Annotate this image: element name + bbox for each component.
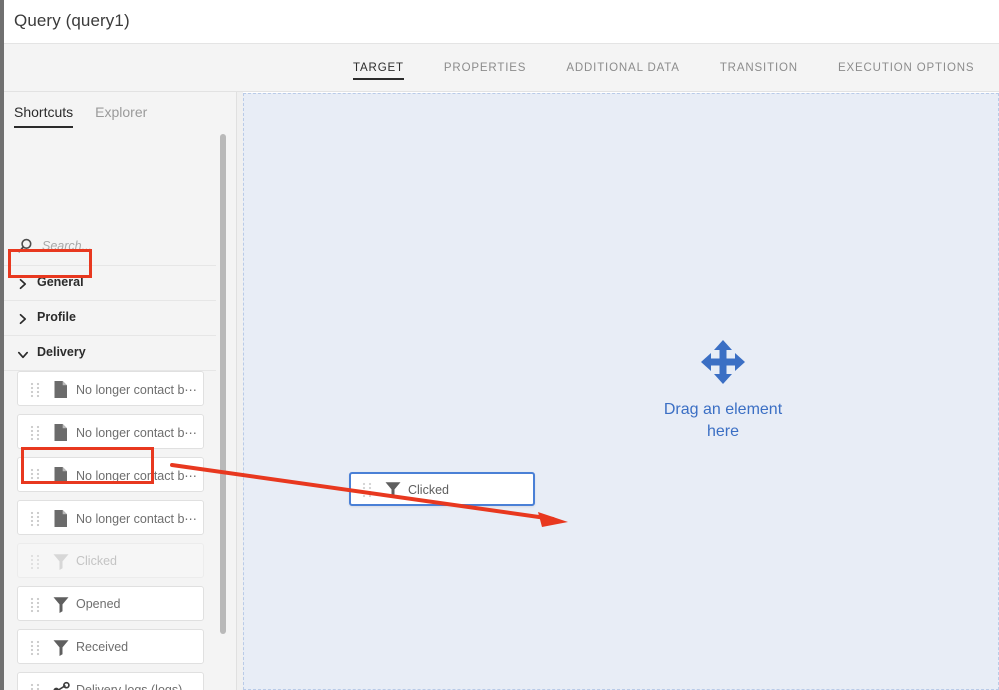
tab-additional-data[interactable]: ADDITIONAL DATA [566,44,680,74]
chevron-right-icon [17,277,29,295]
chevron-down-icon [17,348,29,366]
drag-handle-icon[interactable] [30,683,40,690]
sidebar: Shortcuts Explorer General Profile [4,92,236,690]
tab-execution-options[interactable]: EXECUTION OPTIONS [838,44,975,74]
list-item-clicked[interactable]: Clicked [17,543,204,578]
sidebar-tab-shortcuts[interactable]: Shortcuts [14,104,74,128]
sidebar-tab-list: Shortcuts Explorer [14,104,169,128]
search-row [4,230,216,266]
list-item[interactable]: Delivery logs (logs) [17,672,204,690]
filter-icon [52,638,70,662]
sidebar-category-label: Profile [37,310,76,324]
drag-handle-icon[interactable] [30,425,40,446]
list-item-label: Received [76,640,129,654]
list-item-label: No longer contact b⋯ [76,469,197,483]
filter-icon [52,552,70,576]
sidebar-category-label: Delivery [37,345,86,359]
sidebar-scrollbar-track[interactable] [216,92,236,690]
list-item-label: No longer contact b⋯ [76,512,197,526]
sidebar-category-delivery[interactable]: Delivery [4,336,216,371]
tab-properties[interactable]: PROPERTIES [444,44,526,74]
chevron-right-icon [17,312,29,330]
list-item-label: No longer contact b⋯ [76,383,197,397]
share-icon [52,681,71,690]
document-icon [52,423,70,447]
list-item-label: No longer contact b⋯ [76,426,197,440]
document-icon [52,509,70,533]
drag-handle-icon[interactable] [30,382,40,403]
list-item-label: Delivery logs (logs) [76,683,183,690]
list-item[interactable]: Opened [17,586,204,621]
dragged-card-clicked[interactable]: Clicked [349,472,535,506]
drag-handle-icon[interactable] [30,640,40,661]
sidebar-scrollbar-thumb[interactable] [220,134,226,634]
list-item[interactable]: No longer contact b⋯ [17,414,204,449]
sidebar-category-label: General [37,275,84,289]
filter-icon [384,480,402,504]
drag-handle-icon[interactable] [362,482,372,503]
list-item-label: Clicked [76,554,117,568]
search-input[interactable] [40,238,204,254]
list-item-label: Opened [76,597,121,611]
dropzone-hint: Drag an element here [663,339,783,443]
drag-handle-icon[interactable] [30,511,40,532]
search-icon [17,238,33,259]
move-arrows-icon [699,339,747,385]
drag-handle-icon[interactable] [30,597,40,618]
drag-handle-icon[interactable] [30,468,40,489]
dragged-card-label: Clicked [408,483,449,497]
tab-strip: TARGET PROPERTIES ADDITIONAL DATA TRANSI… [4,44,999,92]
sidebar-divider [236,92,243,690]
sidebar-category-general[interactable]: General [4,266,216,301]
tab-list: TARGET PROPERTIES ADDITIONAL DATA TRANSI… [353,44,974,92]
title-bar: Query (query1) [4,0,999,44]
list-item[interactable]: Received [17,629,204,664]
tab-transition[interactable]: TRANSITION [720,44,798,74]
dropzone-text-line1: Drag an element [663,401,783,418]
dropzone-text-line2: here [706,423,740,440]
tab-target[interactable]: TARGET [353,44,404,80]
document-icon [52,380,70,404]
list-item[interactable]: No longer contact b⋯ [17,371,204,406]
page-title: Query (query1) [14,11,130,30]
sidebar-tab-explorer[interactable]: Explorer [95,104,147,128]
sidebar-item-list: No longer contact b⋯ No longer contact b… [4,371,216,690]
list-item[interactable]: No longer contact b⋯ [17,500,204,535]
document-icon [52,466,70,490]
list-item[interactable]: No longer contact b⋯ [17,457,204,492]
drag-handle-icon[interactable] [30,554,40,575]
filter-icon [52,595,70,619]
query-canvas-dropzone[interactable]: Drag an element here [243,93,999,690]
sidebar-category-profile[interactable]: Profile [4,301,216,336]
